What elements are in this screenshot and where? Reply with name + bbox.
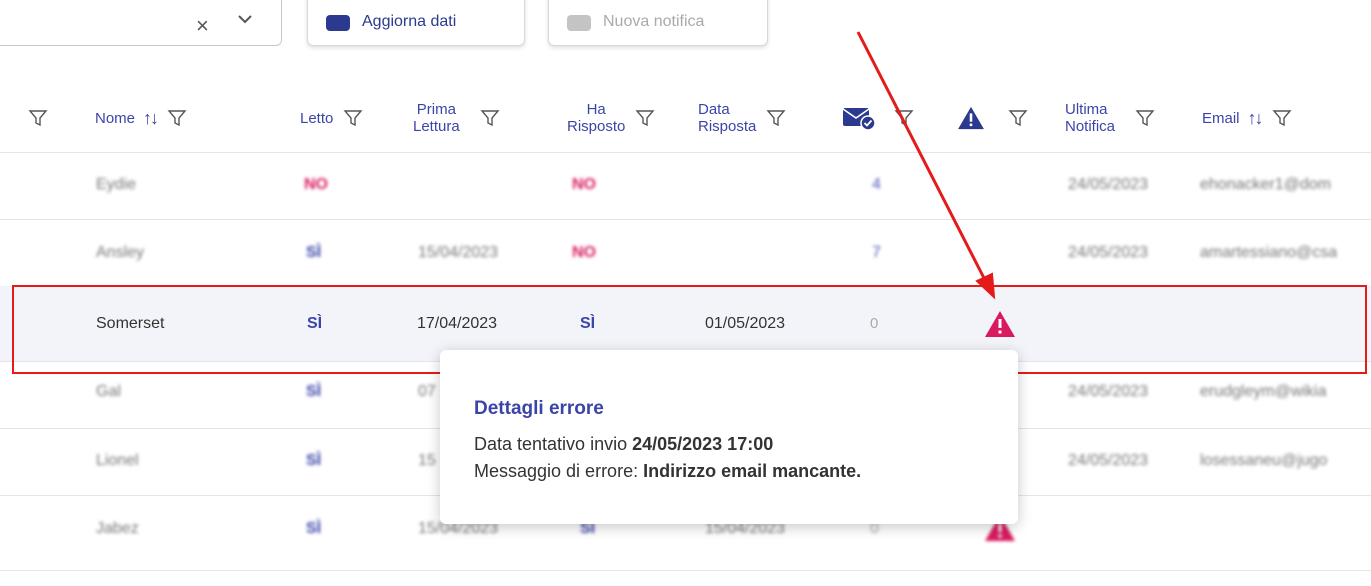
tooltip-send-attempt-value: 24/05/2023 17:00 [632, 434, 774, 454]
filter-icon[interactable] [28, 108, 48, 128]
cell-prima-lettura: 15 [418, 452, 436, 469]
cell-ultima-notifica: 24/05/2023 [1068, 244, 1149, 261]
col-label-risposto: Risposto [567, 118, 626, 135]
tooltip-error-message-label: Messaggio di errore: [474, 461, 644, 481]
col-header-data-risposta[interactable]: Data Risposta [698, 90, 786, 146]
cell-ultima-notifica: 24/05/2023 [1068, 176, 1149, 193]
new-notification-label: Nuova notifica [603, 13, 705, 30]
cell-letto: SÌ [306, 520, 322, 537]
cell-email: erudgleym@wikia [1200, 383, 1327, 400]
tooltip-error-message: Messaggio di errore: Indirizzo email man… [474, 461, 861, 482]
mail-check-icon [842, 108, 876, 130]
cell-ha-risposto: NO [572, 244, 596, 261]
col-header-error[interactable] [956, 90, 1028, 146]
col-label-prima-lettura: Prima Lettura [413, 101, 460, 135]
clear-icon[interactable]: × [196, 13, 209, 39]
mail-icon [567, 15, 591, 31]
filter-icon[interactable] [1271, 108, 1292, 128]
divider [0, 570, 1371, 571]
col-label-ultima-notifica: Ultima Notifica [1065, 101, 1115, 135]
tooltip-send-attempt-label: Data tentativo invio [474, 434, 633, 454]
cell-count: 7 [872, 244, 881, 261]
cell-nome: Eydie [96, 176, 137, 193]
cell-nome: Ansley [96, 244, 145, 261]
tooltip-error-message-value: Indirizzo email mancante. [643, 461, 862, 481]
cell-count: 4 [872, 176, 881, 193]
cell-ultima-notifica: 24/05/2023 [1068, 383, 1149, 400]
cell-letto: SÌ [306, 244, 322, 261]
refresh-data-button[interactable]: Aggiorna dati [307, 0, 525, 46]
filter-icon[interactable] [635, 108, 655, 128]
cell-email: amartessiano@csa [1200, 244, 1338, 261]
cell-nome: Gal [96, 383, 121, 400]
cell-nome: Jabez [96, 520, 139, 537]
cell-letto: SÌ [306, 383, 322, 400]
filter-icon[interactable] [1008, 108, 1028, 128]
cell-ha-risposto: NO [572, 176, 596, 193]
col-label-ultima: Ultima [1065, 101, 1108, 118]
col-header-ultima-notifica[interactable]: Ultima Notifica [1065, 90, 1155, 146]
cell-letto: SÌ [306, 452, 322, 469]
tooltip-send-attempt: Data tentativo invio 24/05/2023 17:00 [474, 434, 773, 455]
col-header-email[interactable]: Email ↑↓ [1202, 90, 1292, 146]
chevron-down-icon[interactable] [235, 9, 255, 29]
col-label-ha: Ha [586, 101, 606, 118]
warning-icon [958, 106, 984, 130]
col-header-sent-count[interactable] [842, 90, 914, 146]
download-icon [326, 15, 350, 31]
col-label-prima: Prima [416, 101, 456, 118]
col-header-letto[interactable]: Letto [300, 90, 363, 146]
search-input[interactable]: × [0, 0, 282, 46]
sort-icon[interactable]: ↑↓ [1248, 109, 1264, 127]
filter-icon[interactable] [766, 108, 786, 128]
cell-email: losessaneu@jugo [1200, 452, 1328, 469]
filter-icon[interactable] [343, 108, 363, 128]
cell-ultima-notifica: 24/05/2023 [1068, 452, 1149, 469]
col-label-risposta: Risposta [698, 118, 757, 135]
col-label-letto: Letto [300, 109, 334, 127]
filter-icon[interactable] [894, 108, 914, 128]
divider [0, 152, 1371, 153]
cell-nome: Lionel [96, 452, 139, 469]
new-notification-button[interactable]: Nuova notifica [548, 0, 768, 46]
cell-prima-lettura: 15/04/2023 [418, 244, 499, 261]
col-header-prima-lettura[interactable]: Prima Lettura [413, 90, 500, 146]
filter-icon[interactable] [1135, 108, 1155, 128]
col-label-nome: Nome [95, 109, 136, 127]
filter-icon[interactable] [480, 108, 500, 128]
refresh-data-label: Aggiorna dati [362, 13, 457, 30]
divider [0, 219, 1371, 220]
col-header-nome[interactable]: Nome ↑↓ [95, 90, 187, 146]
col-select-header [28, 90, 48, 146]
filter-icon[interactable] [167, 108, 187, 128]
cell-letto: NO [304, 176, 328, 193]
col-label-ha-risposto: Ha Risposto [567, 101, 625, 135]
tooltip-title: Dettagli errore [474, 398, 604, 419]
col-label-data: Data [698, 101, 730, 118]
col-label-email: Email [1202, 109, 1240, 127]
col-label-lettura: Lettura [413, 118, 460, 135]
col-label-notifica: Notifica [1065, 118, 1116, 135]
cell-prima-lettura: 07 [418, 383, 436, 400]
col-label-data-risposta: Data Risposta [698, 101, 756, 135]
sort-icon[interactable]: ↑↓ [143, 109, 159, 127]
col-header-ha-risposto[interactable]: Ha Risposto [567, 90, 655, 146]
error-details-tooltip: Dettagli errore Data tentativo invio 24/… [440, 350, 1018, 524]
cell-email: ehonacker1@dom [1200, 176, 1331, 193]
